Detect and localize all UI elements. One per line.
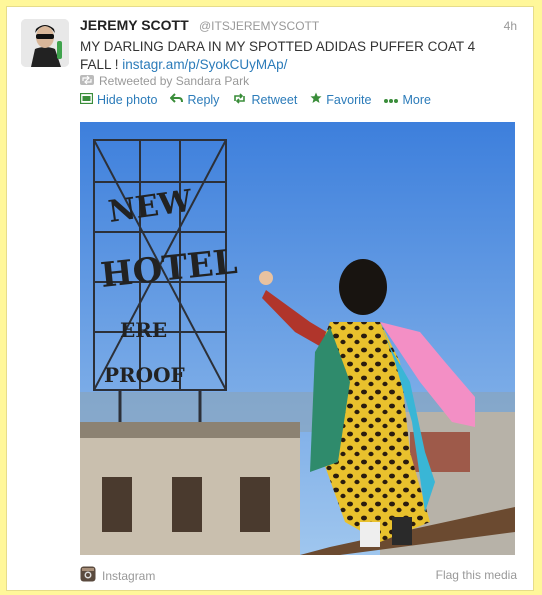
media-source-label[interactable]: Instagram bbox=[102, 569, 155, 583]
flag-media-link[interactable]: Flag this media bbox=[436, 568, 517, 582]
avatar[interactable] bbox=[21, 19, 69, 67]
instagram-icon bbox=[80, 566, 96, 585]
retweet-button[interactable]: Retweet bbox=[232, 92, 297, 107]
tweet-text: MY DARLING DARA IN MY SPOTTED ADIDAS PUF… bbox=[80, 38, 500, 74]
more-label: More bbox=[402, 92, 431, 107]
author-name[interactable]: JEREMY SCOTT bbox=[80, 17, 189, 33]
tweet-timestamp[interactable]: 4h bbox=[504, 19, 517, 33]
retweet-small-icon bbox=[80, 74, 94, 88]
tweet-link[interactable]: instagr.am/p/SyokCUyMAp/ bbox=[122, 57, 287, 72]
photo-icon bbox=[79, 92, 94, 107]
reply-icon bbox=[170, 92, 184, 107]
retweet-icon bbox=[232, 92, 247, 107]
favorite-icon bbox=[310, 92, 322, 107]
hide-photo-label: Hide photo bbox=[97, 92, 158, 107]
tweet-card: JEREMY SCOTT @ITSJEREMYSCOTT 4h MY DARLI… bbox=[6, 6, 534, 591]
hide-photo-button[interactable]: Hide photo bbox=[79, 92, 158, 107]
favorite-button[interactable]: Favorite bbox=[310, 92, 371, 107]
media-source: Instagram bbox=[80, 566, 155, 585]
retweet-label: Retweet bbox=[251, 92, 298, 107]
more-button[interactable]: More bbox=[384, 92, 431, 107]
sign-letters-proof: PROOF bbox=[104, 363, 185, 387]
reply-button[interactable]: Reply bbox=[170, 92, 219, 107]
reply-label: Reply bbox=[187, 92, 220, 107]
favorite-label: Favorite bbox=[326, 92, 372, 107]
retweeted-by: Retweeted by Sandara Park bbox=[80, 74, 249, 88]
tweet-actions: Hide photo Reply Retweet Favorite More bbox=[79, 92, 431, 107]
retweeted-by-label[interactable]: Retweeted by Sandara Park bbox=[99, 74, 249, 88]
tweet-photo[interactable]: NEW HOTEL ERE PROOF bbox=[80, 122, 515, 555]
sign-letters-ere: ERE bbox=[120, 318, 167, 342]
more-icon bbox=[384, 93, 399, 107]
author-handle[interactable]: @ITSJEREMYSCOTT bbox=[199, 19, 319, 33]
